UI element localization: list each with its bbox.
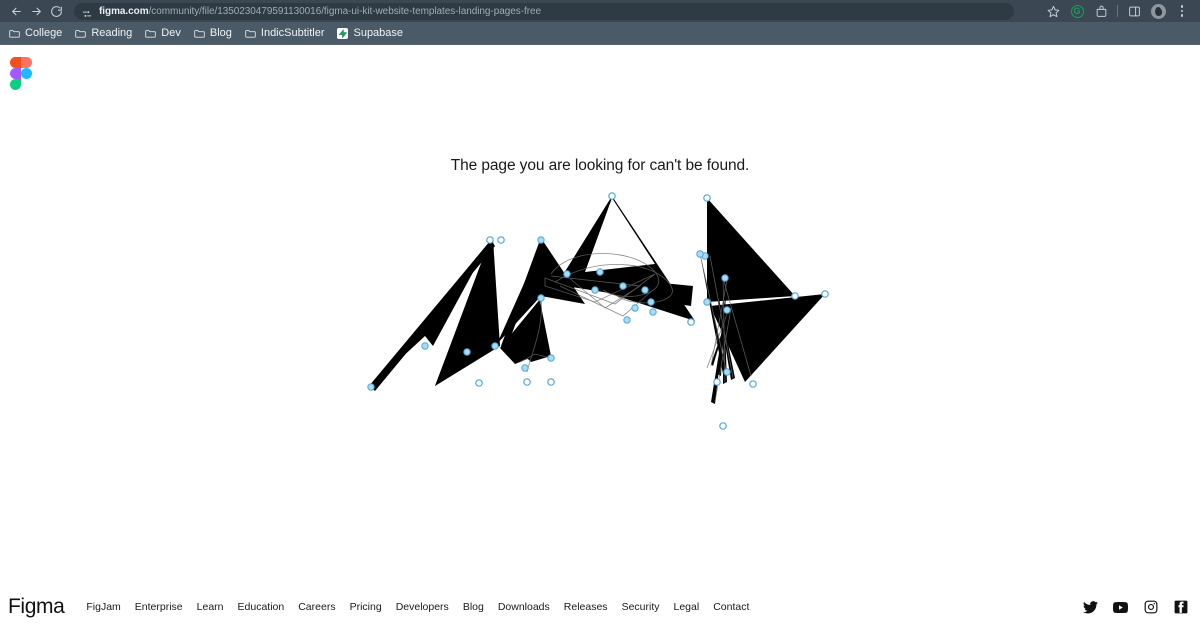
grammarly-extension-icon[interactable]: G <box>1065 1 1089 21</box>
twitter-icon[interactable] <box>1083 600 1098 615</box>
site-footer: Figma FigJam Enterprise Learn Education … <box>0 585 1200 629</box>
supabase-icon <box>337 27 349 39</box>
url-domain: figma.com <box>99 5 149 17</box>
toolbar-divider <box>1117 5 1118 17</box>
instagram-icon[interactable] <box>1143 600 1158 615</box>
footer-link-education[interactable]: Education <box>238 601 285 613</box>
page-content: The page you are looking for can't be fo… <box>0 46 1200 629</box>
forward-icon[interactable] <box>26 2 46 20</box>
toolbar-right-group: G <box>1041 1 1194 21</box>
bookmark-label: Blog <box>209 27 232 39</box>
bookmark-label: Reading <box>91 27 133 39</box>
footer-link-learn[interactable]: Learn <box>197 601 224 613</box>
footer-link-releases[interactable]: Releases <box>564 601 608 613</box>
reload-icon[interactable] <box>46 2 66 20</box>
footer-link-enterprise[interactable]: Enterprise <box>135 601 183 613</box>
folder-icon <box>75 29 87 38</box>
bookmark-label: IndicSubtitler <box>260 27 325 39</box>
bookmark-supabase[interactable]: Supabase <box>332 23 411 43</box>
folder-icon <box>9 29 20 38</box>
bookmark-star-icon[interactable] <box>1041 1 1065 21</box>
footer-links: FigJam Enterprise Learn Education Career… <box>86 601 1083 613</box>
bookmark-label: College <box>25 27 63 39</box>
folder-icon <box>245 29 256 38</box>
bookmark-indicsubtitler[interactable]: IndicSubtitler <box>240 23 333 43</box>
url-text: figma.com/community/file/135023047959113… <box>99 6 541 17</box>
not-found-artwork <box>355 186 845 436</box>
footer-link-careers[interactable]: Careers <box>298 601 335 613</box>
site-settings-icon[interactable] <box>82 6 92 17</box>
figma-logo[interactable] <box>10 57 32 90</box>
youtube-icon[interactable] <box>1113 600 1128 615</box>
bookmarks-bar: College Reading Dev Blog IndicSubtitler … <box>0 22 1200 45</box>
bookmark-blog[interactable]: Blog <box>189 23 240 43</box>
footer-social-links <box>1083 600 1190 615</box>
bookmark-label: Dev <box>161 27 181 39</box>
footer-link-blog[interactable]: Blog <box>463 601 484 613</box>
profile-avatar[interactable] <box>1146 1 1170 21</box>
figma-wordmark[interactable]: Figma <box>8 595 65 619</box>
footer-link-contact[interactable]: Contact <box>713 601 749 613</box>
url-path: /community/file/1350230479591130016/figm… <box>148 5 542 17</box>
address-bar[interactable]: figma.com/community/file/135023047959113… <box>74 2 1014 20</box>
bookmark-dev[interactable]: Dev <box>140 23 189 43</box>
artwork-shapes <box>369 196 825 404</box>
page-title: The page you are looking for can't be fo… <box>450 157 750 174</box>
footer-link-security[interactable]: Security <box>622 601 660 613</box>
browser-toolbar: figma.com/community/file/135023047959113… <box>0 0 1200 22</box>
footer-link-figjam[interactable]: FigJam <box>86 601 120 613</box>
footer-link-pricing[interactable]: Pricing <box>350 601 382 613</box>
bookmark-college[interactable]: College <box>4 23 70 43</box>
footer-link-legal[interactable]: Legal <box>674 601 700 613</box>
bookmark-label: Supabase <box>353 27 404 39</box>
bookmark-reading[interactable]: Reading <box>70 23 140 43</box>
footer-link-developers[interactable]: Developers <box>396 601 449 613</box>
side-panel-icon[interactable] <box>1122 1 1146 21</box>
back-icon[interactable] <box>6 2 26 20</box>
folder-icon <box>145 29 157 38</box>
extensions-icon[interactable] <box>1089 1 1113 21</box>
chrome-menu-icon[interactable] <box>1170 1 1194 21</box>
folder-icon <box>194 29 205 38</box>
facebook-icon[interactable] <box>1173 600 1188 615</box>
footer-link-downloads[interactable]: Downloads <box>498 601 550 613</box>
